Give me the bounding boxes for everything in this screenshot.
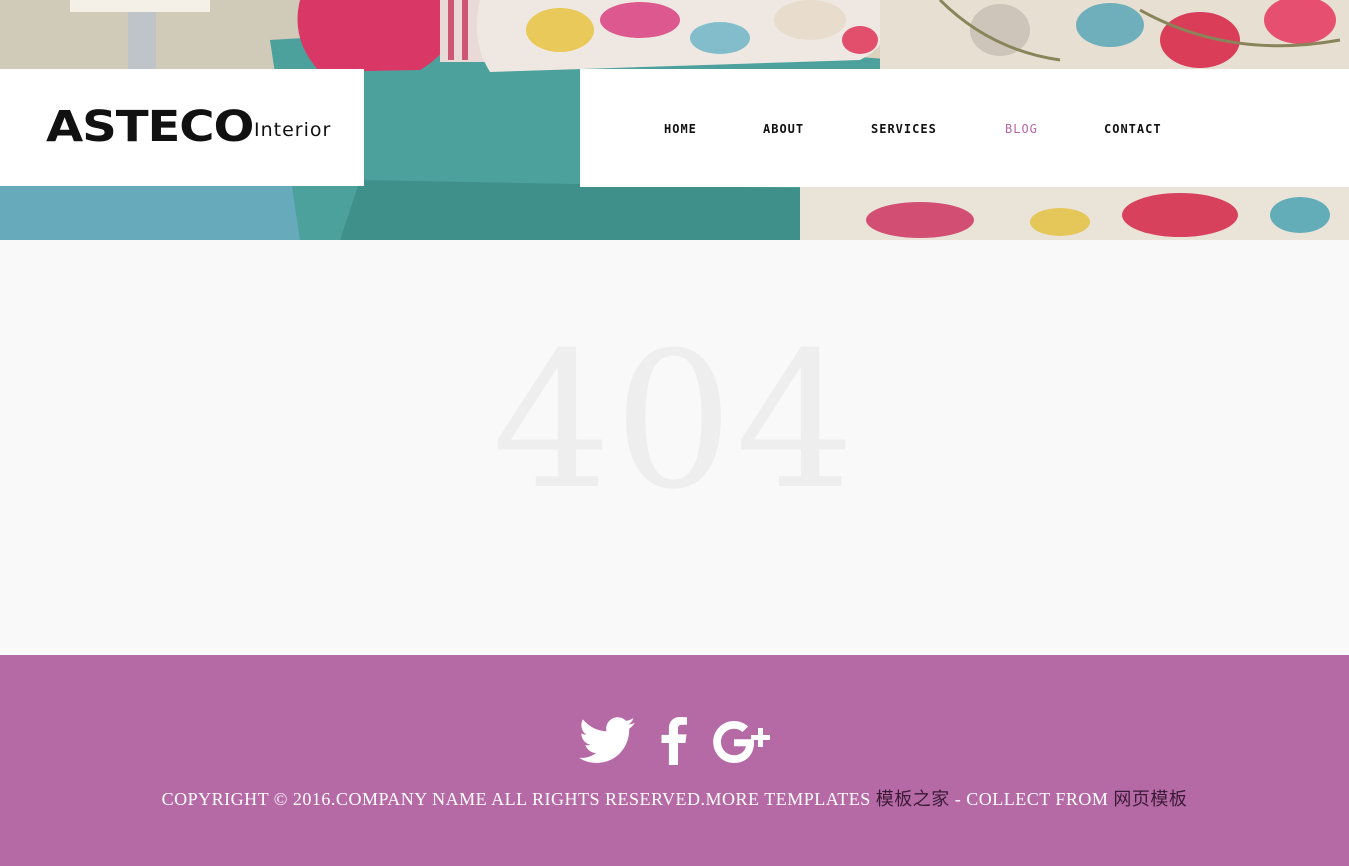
facebook-link[interactable]	[661, 717, 687, 765]
google-plus-link[interactable]	[712, 715, 771, 767]
copyright-separator: - COLLECT FROM	[949, 789, 1114, 809]
hero-banner: ASTECO Interior HOME ABOUT SERVICES BLOG…	[0, 0, 1349, 240]
nav-about[interactable]: ABOUT	[763, 121, 804, 137]
logo-wordmark: ASTECO	[46, 102, 254, 152]
web-templates-link[interactable]: 网页模板	[1113, 789, 1187, 809]
main-navigation: HOME ABOUT SERVICES BLOG CONTACT	[580, 69, 1349, 187]
logo[interactable]: ASTECO Interior	[0, 69, 364, 186]
twitter-icon	[578, 717, 635, 763]
facebook-icon	[661, 717, 687, 765]
templates-home-link[interactable]: 模板之家	[876, 789, 950, 809]
error-code-404: 404	[492, 312, 857, 531]
nav-contact[interactable]: CONTACT	[1104, 121, 1162, 137]
google-plus-icon	[712, 721, 770, 763]
copyright-text: COPYRIGHT © 2016.COMPANY NAME ALL RIGHTS…	[0, 785, 1349, 811]
footer: COPYRIGHT © 2016.COMPANY NAME ALL RIGHTS…	[0, 655, 1349, 866]
nav-services[interactable]: SERVICES	[871, 121, 937, 137]
nav-home[interactable]: HOME	[664, 121, 697, 137]
twitter-link[interactable]	[578, 717, 635, 765]
social-links	[0, 715, 1349, 767]
logo-subtitle: Interior	[254, 118, 332, 141]
nav-blog[interactable]: BLOG	[1005, 121, 1038, 137]
main-content: 404	[0, 240, 1349, 655]
page: ASTECO Interior HOME ABOUT SERVICES BLOG…	[0, 0, 1349, 866]
copyright-prefix: COPYRIGHT © 2016.COMPANY NAME ALL RIGHTS…	[161, 789, 876, 809]
